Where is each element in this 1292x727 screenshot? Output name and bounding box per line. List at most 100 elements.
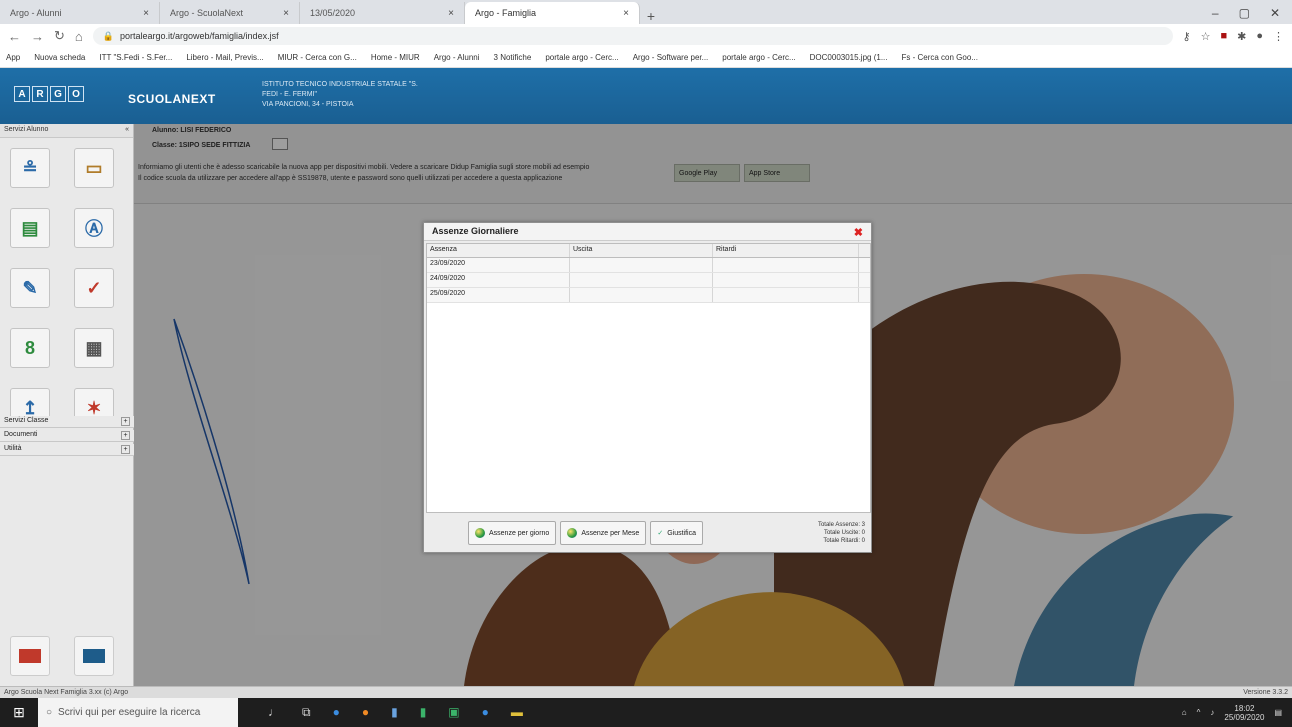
browser-tab[interactable]: 13/05/2020 × (300, 2, 465, 24)
table-cell (570, 258, 713, 272)
profile-avatar[interactable]: ● (1256, 30, 1263, 43)
board-icon[interactable]: ▦ (74, 328, 114, 368)
reload-icon[interactable]: ↻ (54, 28, 65, 44)
menu-icon[interactable]: ⋮ (1273, 30, 1284, 43)
extension-icon[interactable]: ■ (1220, 30, 1227, 43)
document-icon[interactable]: ▮ (420, 705, 427, 720)
absences-table: Assenza Uscita Ritardi 23/09/2020 24/09/… (426, 243, 871, 513)
minimize-icon[interactable]: – (1212, 6, 1219, 20)
column-header[interactable]: Assenza (427, 244, 570, 257)
table-cell (713, 273, 859, 287)
bookmark-item[interactable]: Argo - Alunni (434, 53, 480, 62)
table-row[interactable]: 23/09/2020 (427, 258, 870, 273)
bookmark-item[interactable]: Libero - Mail, Previs... (186, 53, 263, 62)
scrutiny-icon[interactable]: 8 (10, 328, 50, 368)
app-icon[interactable]: ▣ (448, 705, 459, 720)
total-absences: Totale Assenze: 3 (817, 522, 865, 528)
forward-icon[interactable]: → (31, 29, 44, 44)
browser-tab[interactable]: Argo - Alunni × (0, 2, 160, 24)
tab-close-icon[interactable]: × (283, 8, 289, 19)
sidebar-bottom-icons (10, 636, 114, 676)
bookmark-item[interactable]: Home - MIUR (371, 53, 420, 62)
taskbar-search[interactable]: ○ Scrivi qui per eseguire la ricerca (38, 698, 238, 727)
votes-icon[interactable]: ✓ (74, 268, 114, 308)
sidebar-section-utilita[interactable]: Utilità + (0, 444, 134, 456)
bookmark-item[interactable]: DOC0003015.jpg (1... (810, 53, 888, 62)
star-icon[interactable]: ☆ (1201, 30, 1211, 43)
table-cell (713, 258, 859, 272)
grades-icon[interactable]: Ⓐ (74, 208, 114, 248)
justify-button[interactable]: ✓ Giustifica (650, 521, 703, 545)
bookmark-item[interactable]: portale argo - Cerc... (545, 53, 618, 62)
expand-icon[interactable]: + (121, 445, 130, 454)
logo-letter: R (32, 86, 48, 102)
close-icon[interactable]: ✖ (854, 226, 863, 239)
sidebar-section-documenti[interactable]: Documenti + (0, 430, 134, 442)
collapse-icon[interactable]: « (125, 126, 129, 135)
column-header[interactable]: Uscita (570, 244, 713, 257)
network-icon[interactable]: ⌂ (1182, 708, 1187, 717)
bookmark-item[interactable]: portale argo - Cerc... (722, 53, 795, 62)
windows-start-icon[interactable]: ⊞ (0, 698, 38, 727)
key-icon[interactable]: ⚷ (1183, 30, 1191, 43)
logo-letter: G (50, 86, 66, 102)
back-icon[interactable]: ← (8, 29, 21, 44)
chevron-up-icon[interactable]: ^ (1197, 708, 1201, 717)
notifications-icon[interactable]: ▤ (1274, 708, 1282, 717)
tab-title: 13/05/2020 (310, 8, 356, 18)
expand-icon[interactable]: + (121, 431, 130, 440)
dialog-titlebar: Assenze Giornaliere ✖ (424, 223, 871, 241)
new-tab-button[interactable]: + (640, 8, 662, 24)
volume-icon[interactable]: ♪ (1210, 708, 1214, 717)
bookmark-item[interactable]: App (6, 53, 20, 62)
bookmark-item[interactable]: Fs - Cerca con Goo... (901, 53, 977, 62)
clock-date: 25/09/2020 (1224, 712, 1265, 722)
tax-icon[interactable]: ▭ (74, 148, 114, 188)
sidebar-header-label: Servizi Alunno (4, 126, 49, 133)
clock[interactable]: 18:02 25/09/2020 (1224, 704, 1264, 722)
sidebar-header[interactable]: Servizi Alunno « (0, 124, 133, 138)
close-window-icon[interactable]: ✕ (1270, 6, 1280, 20)
home-icon[interactable]: ⌂ (75, 29, 83, 44)
maximize-icon[interactable]: ▢ (1239, 6, 1250, 20)
notes-icon[interactable]: ✎ (10, 268, 50, 308)
logout-icon[interactable] (10, 636, 50, 676)
browser-tab[interactable]: Argo - ScuolaNext × (160, 2, 300, 24)
table-row[interactable]: 24/09/2020 (427, 273, 870, 288)
file-explorer-icon[interactable]: ▮ (391, 705, 398, 720)
chrome-icon[interactable]: ● (482, 705, 489, 720)
totals: Totale Assenze: 3 Totale Uscite: 0 Total… (818, 521, 865, 545)
puzzle-icon[interactable]: ✱ (1237, 30, 1246, 43)
edge-icon[interactable]: ● (333, 705, 340, 720)
firefox-icon[interactable]: ● (362, 705, 369, 720)
argo-app-icon[interactable] (74, 636, 114, 676)
url-field[interactable]: 🔒 portaleargo.it/argoweb/famiglia/index.j… (92, 27, 1173, 45)
column-header[interactable]: Ritardi (713, 244, 859, 257)
task-view-icon[interactable]: ⧉ (302, 705, 311, 720)
screen: Argo - Alunni × Argo - ScuolaNext × 13/05/… (0, 0, 1292, 727)
absences-by-month-button[interactable]: Assenze per Mese (560, 521, 647, 545)
tab-close-icon[interactable]: × (448, 8, 454, 19)
button-label: Assenze per Mese (581, 529, 640, 537)
table-cell: 24/09/2020 (427, 273, 570, 287)
bookmark-item[interactable]: MIUR - Cerca con G... (278, 53, 357, 62)
photos-icon[interactable]: ▬ (511, 705, 523, 720)
url-text: portaleargo.it/argoweb/famiglia/index.js… (119, 31, 279, 41)
app-header: A R G O SCUOLANEXT ISTITUTO TECNICO INDU… (0, 68, 1292, 124)
absences-icon[interactable]: ▤ (10, 208, 50, 248)
expand-icon[interactable]: + (121, 417, 130, 426)
bookmark-item[interactable]: ITT "S.Fedi - S.Fer... (99, 53, 172, 62)
tab-close-icon[interactable]: × (143, 8, 149, 19)
student-data-icon[interactable]: ≗ (10, 148, 50, 188)
bookmark-item[interactable]: Argo - Software per... (633, 53, 709, 62)
bookmark-item[interactable]: Nuova scheda (34, 53, 85, 62)
absences-by-day-button[interactable]: Assenze per giorno (468, 521, 557, 545)
bookmark-item[interactable]: 3 Notifiche (494, 53, 532, 62)
sidebar-section-classe[interactable]: Servizi Classe + (0, 416, 134, 428)
table-row[interactable]: 25/09/2020 (427, 288, 870, 303)
app-status-bar: Argo Scuola Next Famiglia 3.xx (c) Argo … (0, 686, 1292, 698)
browser-tab-active[interactable]: Argo - Famiglia × (465, 2, 640, 24)
dialog-footer: Assenze per giorno Assenze per Mese ✓ Giu… (426, 515, 871, 551)
microphone-icon[interactable]: ♩ (268, 705, 280, 720)
tab-close-icon[interactable]: × (623, 8, 629, 19)
